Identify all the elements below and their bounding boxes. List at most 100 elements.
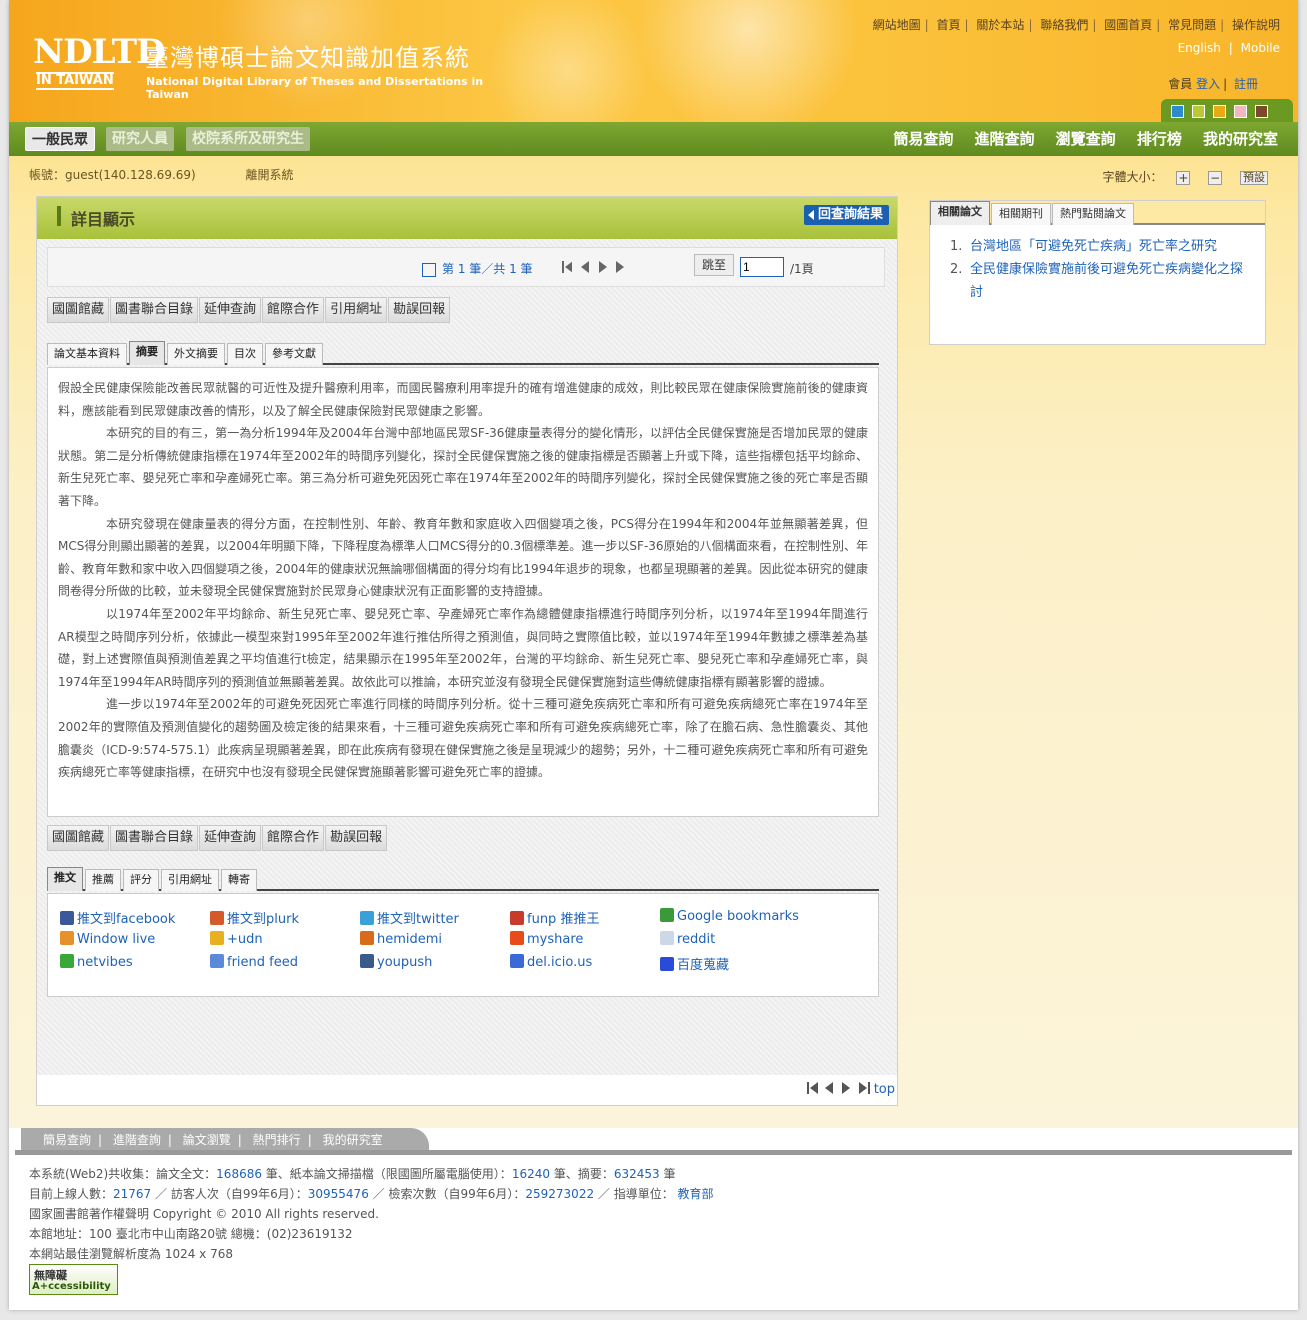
nav-my-study[interactable]: 我的研究室 [1203, 130, 1278, 148]
jump-page-input[interactable] [740, 257, 784, 277]
theme-color-4[interactable] [1234, 105, 1247, 118]
footer-browse[interactable]: 論文瀏覽 [183, 1133, 231, 1147]
tool-interlibrary-bottom[interactable]: 館際合作 [262, 825, 325, 851]
account-bar: 帳號：guest(140.128.69.69) 離開系統 [29, 166, 294, 183]
footer-copyright[interactable]: 國家圖書館著作權聲明 Copyright © 2010 All rights r… [29, 1204, 714, 1224]
top-link-sitemap[interactable]: 網站地圖 [873, 18, 921, 32]
font-default-button[interactable]: 預設 [1240, 170, 1268, 185]
tab-abstract[interactable]: 摘要 [129, 341, 165, 365]
nav-simple-search[interactable]: 簡易查詢 [893, 130, 953, 148]
role-tab-researcher[interactable]: 研究人員 [106, 127, 174, 151]
nav-browse[interactable]: 瀏覽查詢 [1056, 130, 1116, 148]
nav-advanced-search[interactable]: 進階查詢 [975, 130, 1035, 148]
detail-toolbar-top: 國圖館藏 圖書聯合目錄 延伸查詢 館際合作 引用網址 勘誤回報 [47, 297, 451, 323]
online-count: 21767 [113, 1187, 152, 1201]
tab-cite-url[interactable]: 引用網址 [161, 869, 219, 891]
font-increase-button[interactable]: + [1176, 170, 1191, 185]
share-funp[interactable]: funp 推推王 [510, 908, 599, 927]
jump-button[interactable]: 跳至 [694, 254, 734, 276]
footer-divider [15, 1150, 1292, 1155]
register-link[interactable]: 註冊 [1234, 77, 1258, 91]
share-google-bookmarks[interactable]: Google bookmarks [660, 908, 799, 924]
back-to-top-link[interactable]: top [874, 1082, 895, 1097]
site-logo[interactable]: NDLTD IN TAIWAN 臺灣博碩士論文知識加值系統 National D… [33, 20, 503, 101]
theme-color-2[interactable] [1192, 105, 1205, 118]
share-hemidemi[interactable]: hemidemi [360, 931, 442, 947]
theme-color-3[interactable] [1213, 105, 1226, 118]
top-link-contact[interactable]: 聯絡我們 [1040, 18, 1088, 32]
tool-union-catalog-bottom[interactable]: 圖書聯合目錄 [110, 825, 199, 851]
last-record-icon[interactable] [858, 1081, 870, 1095]
prev-record-icon[interactable] [580, 260, 590, 274]
tool-report-error[interactable]: 勘誤回報 [388, 297, 451, 323]
footer-my-study[interactable]: 我的研究室 [323, 1133, 383, 1147]
tab-forward[interactable]: 轉寄 [221, 869, 257, 891]
first-record-icon[interactable] [806, 1081, 819, 1095]
top-link-ncl-home[interactable]: 國圖首頁 [1104, 18, 1152, 32]
accessibility-badge[interactable]: 無障礙 A+ccessibility [29, 1264, 118, 1295]
next-record-icon[interactable] [598, 260, 608, 274]
first-record-icon[interactable] [562, 260, 572, 274]
login-link[interactable]: 登入 [1196, 77, 1220, 91]
record-checkbox[interactable] [422, 262, 436, 277]
footer-simple-search[interactable]: 簡易查詢 [43, 1133, 91, 1147]
share-facebook[interactable]: 推文到facebook [60, 908, 175, 927]
footer-ranking[interactable]: 熱門排行 [253, 1133, 301, 1147]
next-record-icon[interactable] [841, 1081, 851, 1095]
logout-link[interactable]: 離開系統 [246, 168, 294, 182]
role-tab-public[interactable]: 一般民眾 [25, 127, 95, 151]
related-item[interactable]: 1. 台灣地區「可避免死亡疾病」死亡率之研究 [944, 235, 1250, 258]
share-friendfeed[interactable]: friend feed [210, 954, 298, 970]
top-link-help[interactable]: 操作說明 [1232, 18, 1280, 32]
share-twitter[interactable]: 推文到twitter [360, 908, 459, 927]
related-item-title[interactable]: 全民健康保險實施前後可避免死亡疾病變化之探討 [970, 262, 1243, 300]
role-tab-school[interactable]: 校院系所及研究生 [186, 127, 310, 151]
back-to-results-button[interactable]: 回查詢結果 [803, 205, 889, 225]
footer-info: 本系統(Web2)共收集：論文全文：168686 筆、紙本論文掃描檔（限國圖所屬… [29, 1164, 714, 1264]
tool-extended-search[interactable]: 延伸查詢 [199, 297, 262, 323]
ministry-link[interactable]: 教育部 [678, 1187, 714, 1201]
share-delicious[interactable]: del.icio.us [510, 954, 592, 970]
share-plurk[interactable]: 推文到plurk [210, 908, 299, 927]
tab-related-journals[interactable]: 相關期刊 [991, 203, 1051, 225]
share-reddit[interactable]: reddit [660, 931, 715, 947]
main-menu: 簡易查詢 進階查詢 瀏覽查詢 排行榜 我的研究室 [876, 122, 1278, 156]
nav-ranking[interactable]: 排行榜 [1137, 130, 1182, 148]
related-item-title[interactable]: 台灣地區「可避免死亡疾病」死亡率之研究 [970, 239, 1217, 254]
google-icon [660, 908, 674, 922]
share-udn[interactable]: +udn [210, 931, 263, 947]
theme-color-5[interactable] [1255, 105, 1268, 118]
last-record-icon[interactable] [615, 260, 625, 274]
tab-toc[interactable]: 目次 [227, 343, 263, 365]
lang-mobile[interactable]: Mobile [1241, 41, 1280, 55]
tab-related-theses[interactable]: 相關論文 [930, 201, 990, 225]
related-item[interactable]: 2. 全民健康保險實施前後可避免死亡疾病變化之探討 [944, 258, 1250, 304]
top-link-about[interactable]: 關於本站 [976, 18, 1024, 32]
tab-foreign-abstract[interactable]: 外文摘要 [167, 343, 225, 365]
lang-english[interactable]: English [1178, 41, 1221, 55]
tool-report-error-bottom[interactable]: 勘誤回報 [325, 825, 388, 851]
tool-extended-search-bottom[interactable]: 延伸查詢 [199, 825, 262, 851]
top-link-home[interactable]: 首頁 [937, 18, 961, 32]
tab-rating[interactable]: 評分 [123, 869, 159, 891]
prev-record-icon[interactable] [824, 1081, 834, 1095]
footer-advanced-search[interactable]: 進階查詢 [113, 1133, 161, 1147]
font-decrease-button[interactable]: − [1208, 170, 1223, 185]
tool-ncl-holdings[interactable]: 國圖館藏 [47, 297, 110, 323]
share-netvibes[interactable]: netvibes [60, 954, 133, 970]
tool-cite-url[interactable]: 引用網址 [325, 297, 388, 323]
share-myshare[interactable]: myshare [510, 931, 583, 947]
tab-popular-theses[interactable]: 熱門點閱論文 [1052, 203, 1134, 225]
tab-share[interactable]: 推文 [47, 867, 83, 891]
tool-ncl-holdings-bottom[interactable]: 國圖館藏 [47, 825, 110, 851]
tool-union-catalog[interactable]: 圖書聯合目錄 [110, 297, 199, 323]
top-link-faq[interactable]: 常見問題 [1168, 18, 1216, 32]
share-windows-live[interactable]: Window live [60, 931, 155, 947]
share-youpush[interactable]: youpush [360, 954, 432, 970]
tab-basic-info[interactable]: 論文基本資料 [47, 343, 127, 365]
share-baidu[interactable]: 百度蒐藏 [660, 954, 729, 973]
tab-references[interactable]: 參考文獻 [265, 343, 323, 365]
tool-interlibrary[interactable]: 館際合作 [262, 297, 325, 323]
tab-recommend[interactable]: 推薦 [85, 869, 121, 891]
theme-color-1[interactable] [1171, 105, 1184, 118]
